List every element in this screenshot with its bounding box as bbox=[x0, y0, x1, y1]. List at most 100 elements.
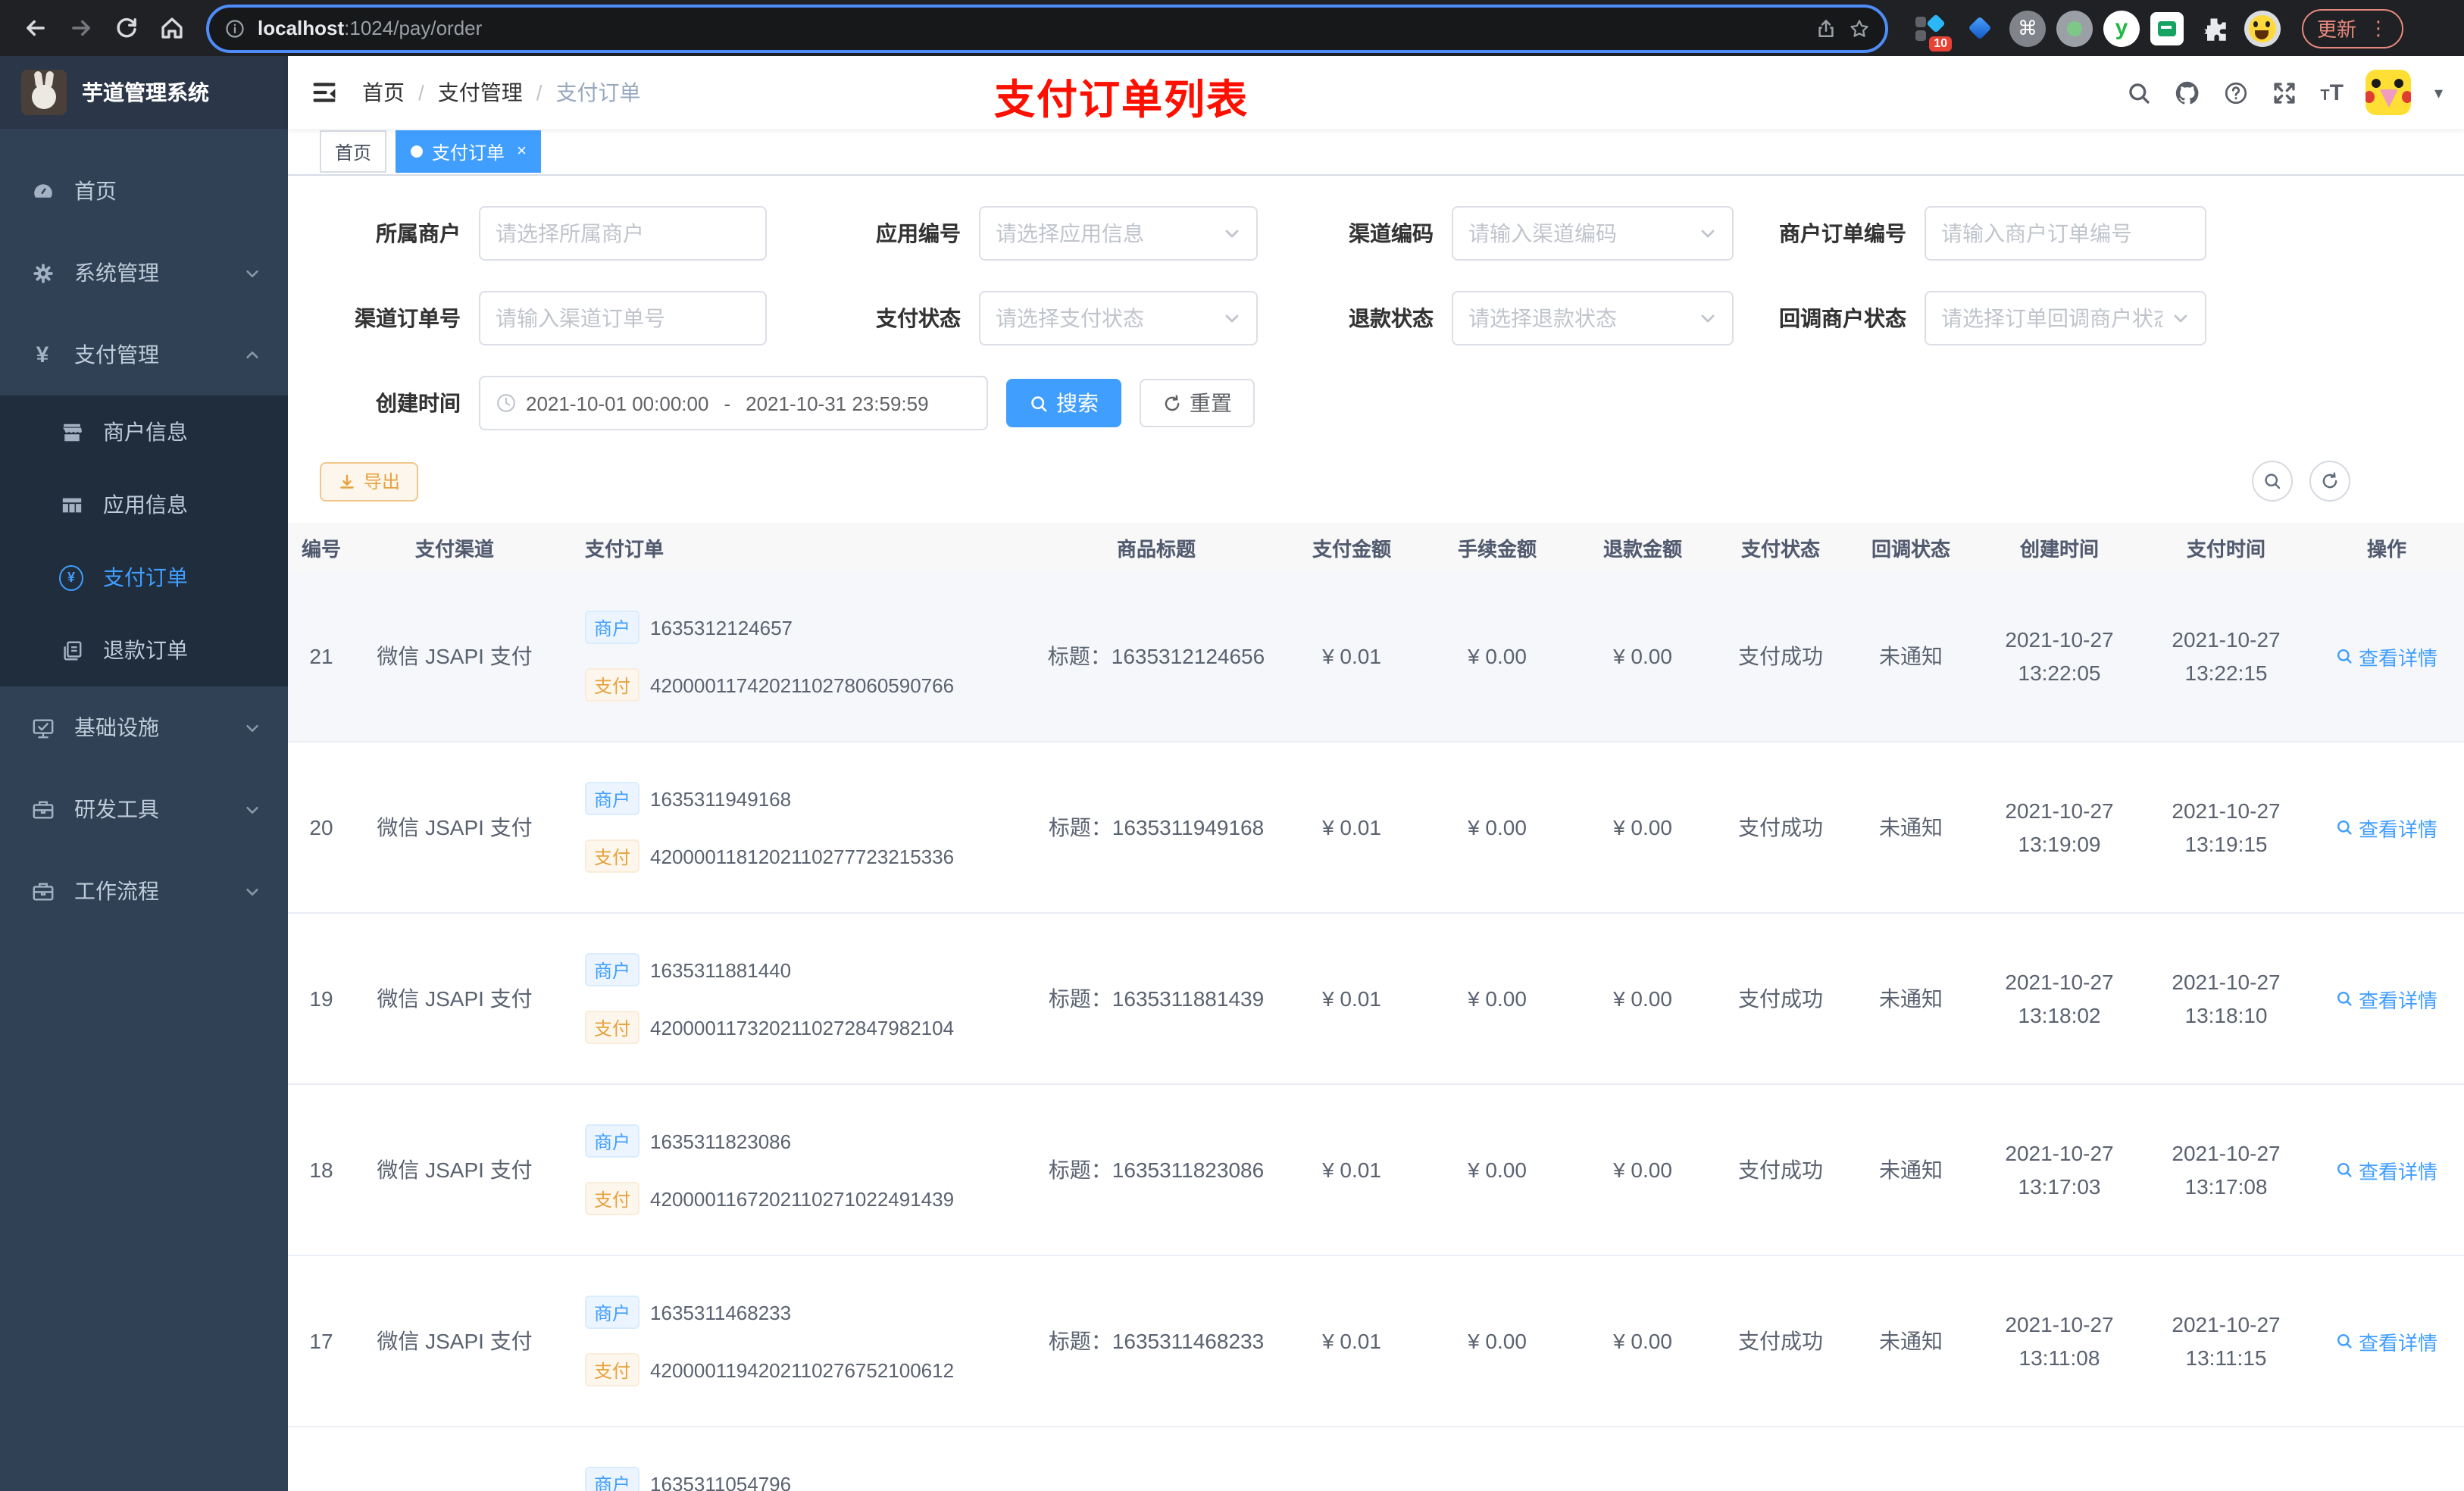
sidebar: 芋道管理系统 首页系统管理 ¥ 支付管理 商户信息应用信息 ¥ 支付订单退款订单基础设施研… bbox=[0, 56, 288, 1491]
cell-status: 支付成功 bbox=[1738, 1158, 1823, 1182]
cell-channel: 微信 JSAPI 支付 bbox=[377, 1158, 533, 1182]
dashboard-icon bbox=[30, 179, 55, 203]
header-search-icon[interactable] bbox=[2126, 80, 2152, 105]
cell-fee: ¥ 0.00 bbox=[1468, 815, 1527, 839]
font-size-icon[interactable]: TT bbox=[2320, 80, 2344, 105]
notify-status-select[interactable]: 请选择订单回调商户状态 bbox=[1925, 291, 2206, 345]
browser-update-button[interactable]: 更新 ⋮ bbox=[2302, 8, 2404, 48]
chevron-down-icon bbox=[2172, 309, 2190, 327]
filter-row: 渠道订单号 请输入渠道订单号 支付状态 请选择支付状态 退款状态 请选择退款状态… bbox=[288, 291, 2464, 345]
cell-created: 2021-10-27 13:11:08 bbox=[2005, 1312, 2114, 1370]
view-detail-link[interactable]: 查看详情 bbox=[2336, 984, 2437, 1013]
extension-chat-icon[interactable] bbox=[2150, 11, 2184, 45]
extension-command-icon[interactable]: ⌘ bbox=[2009, 10, 2046, 46]
col-header-id: 编号 bbox=[301, 537, 341, 560]
grid-icon bbox=[59, 492, 83, 517]
tab-close-icon[interactable]: × bbox=[517, 142, 527, 161]
site-info-icon[interactable] bbox=[224, 17, 245, 39]
pay-status-select[interactable]: 请选择支付状态 bbox=[979, 291, 1258, 345]
filter-row: 所属商户 请选择所属商户 应用编号 请选择应用信息 渠道编码 请输入渠道编码 商… bbox=[288, 206, 2464, 261]
app-logo[interactable]: 芋道管理系统 bbox=[0, 56, 288, 129]
avatar-caret-icon[interactable]: ▾ bbox=[2434, 83, 2443, 102]
cell-pay-order: 商户 1635311468233 支付 42000011942021102767521… bbox=[555, 1296, 1033, 1386]
browser-back-icon[interactable] bbox=[15, 8, 55, 48]
cell-paid: 2021-10-27 13:17:08 bbox=[2172, 1141, 2281, 1199]
browser-toolbar: localhost:1024/pay/order 10 ⌘ y 更新 ⋮ bbox=[0, 0, 2464, 56]
sidebar-item-workflow[interactable]: 工作流程 bbox=[0, 850, 288, 932]
view-detail-link[interactable]: 查看详情 bbox=[2336, 813, 2437, 842]
order-no-line: 商户 1635311949168 bbox=[585, 782, 1033, 815]
cell-pay-order: 商户 1635311881440 支付 42000011732021102728479… bbox=[555, 953, 1033, 1044]
sidebar-item-label: 退款订单 bbox=[103, 638, 188, 662]
tab-home[interactable]: 首页 bbox=[320, 130, 387, 173]
share-icon[interactable] bbox=[1815, 17, 1837, 39]
page-content: 所属商户 请选择所属商户 应用编号 请选择应用信息 渠道编码 请输入渠道编码 商… bbox=[288, 176, 2464, 1491]
browser-reload-icon[interactable] bbox=[106, 8, 145, 48]
tab-pay-order[interactable]: 支付订单 × bbox=[396, 130, 542, 173]
breadcrumb-home[interactable]: 首页 bbox=[362, 77, 405, 108]
sidebar-item-label: 首页 bbox=[74, 179, 117, 203]
cell-pay-order: 商户 1635311949168 支付 42000011812021102777232… bbox=[555, 782, 1033, 873]
chevron-down-icon bbox=[244, 264, 261, 281]
browser-forward-icon[interactable] bbox=[61, 8, 100, 48]
view-detail-link[interactable]: 查看详情 bbox=[2336, 1327, 2437, 1355]
cell-title: 标题：1635312124656 bbox=[1047, 644, 1265, 668]
app-select[interactable]: 请选择应用信息 bbox=[979, 206, 1258, 261]
created-time-range-picker[interactable]: 2021-10-01 00:00:00 - 2021-10-31 23:59:5… bbox=[479, 376, 988, 430]
filter-label-app: 应用编号 bbox=[876, 221, 961, 245]
sidebar-item-infrastructure[interactable]: 基础设施 bbox=[0, 686, 288, 768]
filter-label-notify-status: 回调商户状态 bbox=[1779, 306, 1906, 330]
cell-actions: 查看详情 bbox=[2309, 1327, 2464, 1355]
refund-status-select[interactable]: 请选择退款状态 bbox=[1452, 291, 1734, 345]
cell-status: 支付成功 bbox=[1738, 986, 1823, 1011]
help-icon[interactable] bbox=[2223, 80, 2249, 105]
sidebar-item-merchant-info[interactable]: 商户信息 bbox=[0, 395, 288, 468]
url-path: :1024/pay/order bbox=[344, 17, 483, 39]
chevron-down-icon bbox=[244, 883, 261, 899]
browser-home-icon[interactable] bbox=[152, 8, 191, 48]
breadcrumb-pay-management[interactable]: 支付管理 bbox=[438, 77, 523, 108]
toggle-search-icon[interactable] bbox=[2252, 461, 2293, 502]
col-header-actions: 操作 bbox=[2366, 537, 2406, 560]
col-header-refund: 退款金额 bbox=[1603, 537, 1682, 560]
merchant-order-no-input[interactable]: 请输入商户订单编号 bbox=[1925, 206, 2206, 261]
cell-notify: 未通知 bbox=[1879, 644, 1943, 668]
merchant-select[interactable]: 请选择所属商户 bbox=[479, 206, 767, 261]
channel-code-select[interactable]: 请输入渠道编码 bbox=[1452, 206, 1734, 261]
cell-amount: ¥ 0.01 bbox=[1322, 1329, 1381, 1353]
sidebar-item-home[interactable]: 首页 bbox=[0, 150, 288, 232]
view-detail-link[interactable]: 查看详情 bbox=[2336, 642, 2437, 670]
extensions-puzzle-icon[interactable] bbox=[2194, 8, 2234, 48]
fullscreen-icon[interactable] bbox=[2272, 80, 2297, 105]
sidebar-item-payment[interactable]: ¥ 支付管理 bbox=[0, 314, 288, 395]
channel-order-no-input[interactable]: 请输入渠道订单号 bbox=[479, 291, 767, 345]
reset-button[interactable]: 重置 bbox=[1140, 379, 1255, 427]
sidebar-item-refund-order[interactable]: 退款订单 bbox=[0, 614, 288, 686]
sidebar-item-system[interactable]: 系统管理 bbox=[0, 232, 288, 314]
browser-address-bar[interactable]: localhost:1024/pay/order bbox=[206, 4, 1888, 52]
extension-y-icon[interactable]: y bbox=[2103, 10, 2140, 46]
export-button[interactable]: 导出 bbox=[320, 461, 419, 501]
order-number: 1635311054796 bbox=[650, 1472, 792, 1491]
sidebar-toggle-icon[interactable] bbox=[311, 79, 338, 106]
user-avatar[interactable] bbox=[2366, 70, 2412, 115]
search-button[interactable]: 搜索 bbox=[1006, 379, 1121, 427]
github-icon[interactable] bbox=[2175, 80, 2200, 105]
sidebar-item-app-info[interactable]: 应用信息 bbox=[0, 468, 288, 541]
shop-icon bbox=[59, 420, 83, 444]
extension-tabs-icon[interactable]: 10 bbox=[1909, 8, 1952, 51]
sidebar-item-pay-order[interactable]: ¥ 支付订单 bbox=[0, 541, 288, 614]
sidebar-item-label: 应用信息 bbox=[103, 492, 188, 517]
sidebar-item-dev-tools[interactable]: 研发工具 bbox=[0, 768, 288, 850]
view-detail-link[interactable]: 查看详情 bbox=[2336, 1155, 2437, 1184]
profile-avatar-icon[interactable] bbox=[2244, 10, 2281, 46]
extension-kite-icon[interactable] bbox=[1959, 8, 1999, 48]
cell-notify: 未通知 bbox=[1879, 815, 1943, 839]
browser-menu-icon[interactable]: ⋮ bbox=[2369, 16, 2388, 40]
refresh-table-icon[interactable] bbox=[2309, 461, 2350, 502]
breadcrumb-separator: / bbox=[536, 80, 543, 105]
orders-table: 编号 支付渠道 支付订单 商品标题 支付金额 手续金额 退款金额 支付状态 回调… bbox=[288, 523, 2464, 1491]
cell-actions: 查看详情 bbox=[2309, 813, 2464, 842]
bookmark-star-icon[interactable] bbox=[1849, 17, 1870, 39]
extension-recorder-icon[interactable] bbox=[2056, 10, 2093, 46]
